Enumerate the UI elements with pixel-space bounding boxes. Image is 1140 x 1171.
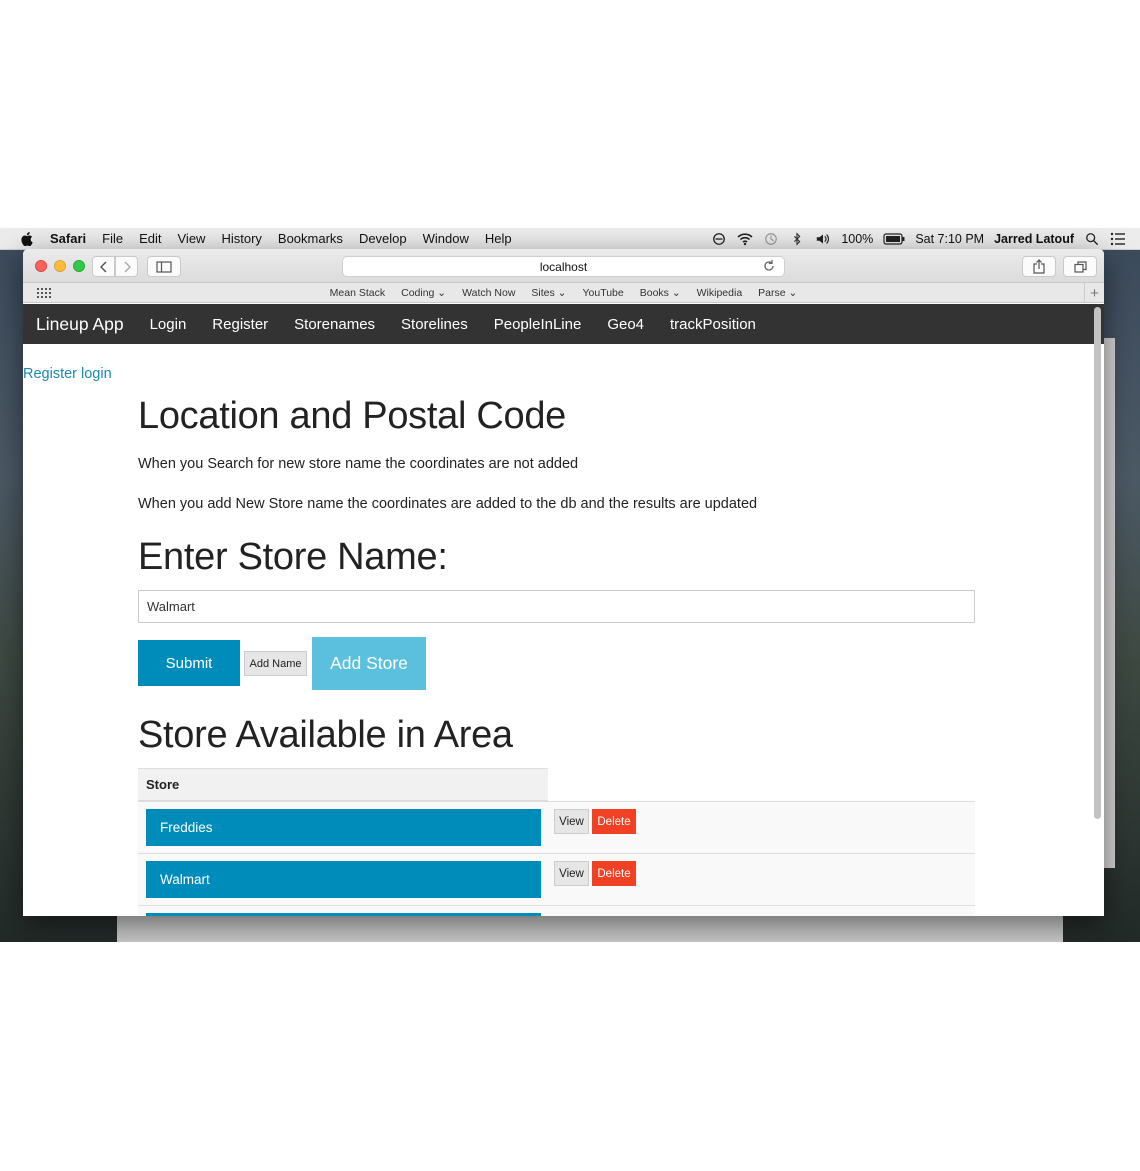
minimize-window-button[interactable] (54, 260, 66, 272)
bookmark-mean-stack[interactable]: Mean Stack (330, 287, 385, 299)
nav-link-peopleinline[interactable]: PeopleInLine (494, 316, 582, 333)
nav-link-storenames[interactable]: Storenames (294, 316, 375, 333)
search-note: When you Search for new store name the c… (138, 456, 579, 472)
close-window-button[interactable] (35, 260, 47, 272)
register-login-link[interactable]: Register login (23, 366, 112, 382)
top-sites-grid-icon[interactable] (37, 288, 51, 298)
desktop: Safari File Edit View History Bookmarks … (0, 228, 1140, 942)
menu-bar: Safari File Edit View History Bookmarks … (0, 228, 1140, 250)
battery-percent: 100% (841, 232, 874, 246)
nav-link-register[interactable]: Register (212, 316, 268, 333)
sidebar-toggle-button[interactable] (147, 256, 181, 277)
page-scrollbar[interactable] (1094, 307, 1101, 819)
tabs-overview-button[interactable] (1063, 256, 1097, 277)
reload-icon[interactable] (762, 259, 776, 273)
address-bar[interactable]: localhost (342, 256, 785, 277)
bookmark-wikipedia[interactable]: Wikipedia (697, 287, 743, 299)
notification-center-icon[interactable] (1110, 232, 1126, 246)
status-area: 100% Sat 7:10 PM Jarred Latouf (711, 228, 1126, 250)
table-row: Walmart View Delete (138, 853, 975, 905)
time-machine-icon[interactable] (763, 232, 779, 246)
table-header-store: Store (138, 768, 548, 801)
share-button[interactable] (1022, 256, 1056, 277)
bookmarks-bar: Mean Stack Coding ⌄ Watch Now Sites ⌄ Yo… (23, 283, 1104, 303)
nav-link-geo4[interactable]: Geo4 (607, 316, 644, 333)
menu-develop[interactable]: Develop (359, 231, 407, 246)
delete-button[interactable]: Delete (592, 861, 636, 886)
menu-edit[interactable]: Edit (139, 231, 161, 246)
fullscreen-window-button[interactable] (73, 260, 85, 272)
navbar-brand[interactable]: Lineup App (36, 314, 124, 335)
add-name-button[interactable]: Add Name (244, 651, 307, 676)
view-button[interactable]: View (554, 809, 589, 834)
store-name-input[interactable]: Walmart (138, 590, 975, 623)
web-content: Lineup App Login Register Storenames Sto… (23, 304, 1104, 916)
battery-icon[interactable] (883, 232, 905, 246)
add-note: When you add New Store name the coordina… (138, 496, 758, 512)
share-icon (1033, 259, 1045, 274)
app-navbar: Lineup App Login Register Storenames Sto… (23, 304, 1104, 344)
enter-store-heading: Enter Store Name: (138, 536, 448, 578)
delete-button[interactable]: Delete (592, 809, 636, 834)
menu-window[interactable]: Window (423, 231, 469, 246)
menubar-user[interactable]: Jarred Latouf (994, 232, 1074, 246)
bookmark-coding[interactable]: Coding ⌄ (401, 287, 446, 299)
sidebar-icon (156, 260, 172, 273)
menu-history[interactable]: History (221, 231, 261, 246)
table-row: Freddies View Delete (138, 801, 975, 853)
view-button[interactable]: View (554, 861, 589, 886)
submit-button[interactable]: Submit (138, 640, 240, 686)
chevron-right-icon (123, 260, 131, 273)
chevron-left-icon (99, 260, 107, 273)
wifi-icon[interactable] (737, 232, 753, 246)
tabs-icon (1073, 260, 1087, 273)
background-window-bar (117, 916, 1063, 942)
volume-icon[interactable] (815, 232, 831, 246)
apple-icon[interactable] (18, 231, 36, 246)
menu-help[interactable]: Help (485, 231, 512, 246)
menubar-clock[interactable]: Sat 7:10 PM (915, 232, 984, 246)
address-url: localhost (539, 259, 588, 274)
store-name-button[interactable]: Walmart (146, 861, 541, 898)
do-not-disturb-icon[interactable] (711, 232, 727, 246)
store-name-input-value: Walmart (147, 599, 195, 614)
bookmark-watch-now[interactable]: Watch Now (462, 287, 515, 299)
location-heading: Location and Postal Code (138, 395, 567, 437)
nav-link-login[interactable]: Login (150, 316, 187, 333)
menu-file[interactable]: File (102, 231, 123, 246)
store-available-heading: Store Available in Area (138, 714, 513, 756)
store-name-button-partial[interactable] (146, 913, 541, 916)
nav-link-trackposition[interactable]: trackPosition (670, 316, 756, 333)
spotlight-search-icon[interactable] (1084, 232, 1100, 246)
add-store-button[interactable]: Add Store (312, 637, 426, 690)
bluetooth-icon[interactable] (789, 232, 805, 246)
safari-window: localhost Mean Stack Coding ⌄ Watch Now … (23, 249, 1104, 916)
menu-bookmarks[interactable]: Bookmarks (278, 231, 343, 246)
nav-link-storelines[interactable]: Storelines (401, 316, 468, 333)
store-name-button[interactable]: Freddies (146, 809, 541, 846)
new-tab-plus-icon[interactable]: + (1084, 283, 1104, 303)
table-row-partial (138, 905, 975, 916)
bookmark-parse[interactable]: Parse ⌄ (758, 287, 797, 299)
menu-view[interactable]: View (178, 231, 206, 246)
bookmark-books[interactable]: Books ⌄ (640, 287, 681, 299)
bookmark-youtube[interactable]: YouTube (582, 287, 623, 299)
bookmark-sites[interactable]: Sites ⌄ (531, 287, 566, 299)
menu-safari[interactable]: Safari (50, 231, 86, 246)
browser-toolbar: localhost (23, 249, 1104, 283)
forward-button[interactable] (115, 256, 138, 277)
back-button[interactable] (92, 256, 115, 277)
